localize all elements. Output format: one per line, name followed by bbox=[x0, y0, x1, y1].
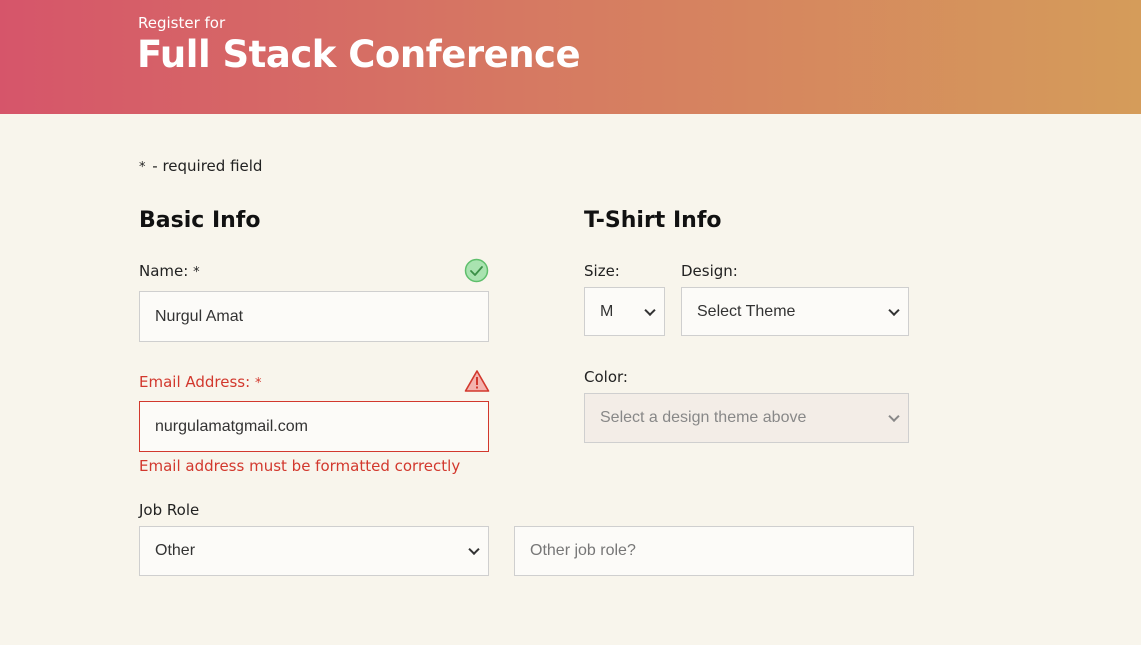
name-label: Name: * bbox=[139, 262, 200, 280]
job-role-selected: Other bbox=[155, 542, 196, 559]
email-error-message: Email address must be formatted correctl… bbox=[139, 457, 461, 475]
valid-check-icon bbox=[464, 258, 489, 283]
email-input[interactable]: nurgulamatgmail.com bbox=[139, 401, 489, 452]
job-role-select[interactable]: Other bbox=[139, 526, 489, 576]
email-required-star: * bbox=[254, 376, 262, 391]
chevron-down-icon bbox=[468, 543, 480, 556]
color-selected: Select a design theme above bbox=[600, 409, 807, 426]
design-select[interactable]: Select Theme bbox=[681, 287, 909, 336]
other-job-role-input[interactable]: Other job role? bbox=[514, 526, 914, 576]
chevron-down-icon bbox=[888, 304, 900, 316]
required-note-text: - required field bbox=[152, 157, 263, 175]
name-label-text: Name: bbox=[139, 262, 189, 280]
color-select: Select a design theme above bbox=[584, 393, 909, 443]
email-label-text: Email Address: bbox=[139, 373, 251, 391]
color-label: Color: bbox=[584, 368, 628, 386]
header-pretitle: Register for bbox=[138, 14, 226, 32]
job-role-label: Job Role bbox=[139, 501, 200, 519]
size-select[interactable]: M bbox=[584, 287, 665, 336]
required-star: * bbox=[139, 160, 146, 175]
size-selected: M bbox=[600, 302, 614, 320]
name-required-star: * bbox=[193, 265, 200, 280]
chevron-down-icon bbox=[888, 410, 900, 423]
page-title: Full Stack Conference bbox=[137, 33, 581, 76]
required-field-note: * - required field bbox=[139, 157, 262, 175]
size-label: Size: bbox=[584, 262, 620, 280]
chevron-down-icon bbox=[644, 304, 656, 316]
tshirt-info-title: T-Shirt Info bbox=[584, 208, 722, 233]
design-label: Design: bbox=[681, 262, 738, 280]
design-selected: Select Theme bbox=[697, 302, 796, 320]
basic-info-title: Basic Info bbox=[139, 208, 261, 233]
email-label: Email Address: * bbox=[139, 373, 261, 391]
page-header: Register for Full Stack Conference bbox=[0, 0, 1141, 114]
name-input[interactable]: Nurgul Amat bbox=[139, 291, 489, 342]
warning-icon bbox=[464, 370, 490, 392]
